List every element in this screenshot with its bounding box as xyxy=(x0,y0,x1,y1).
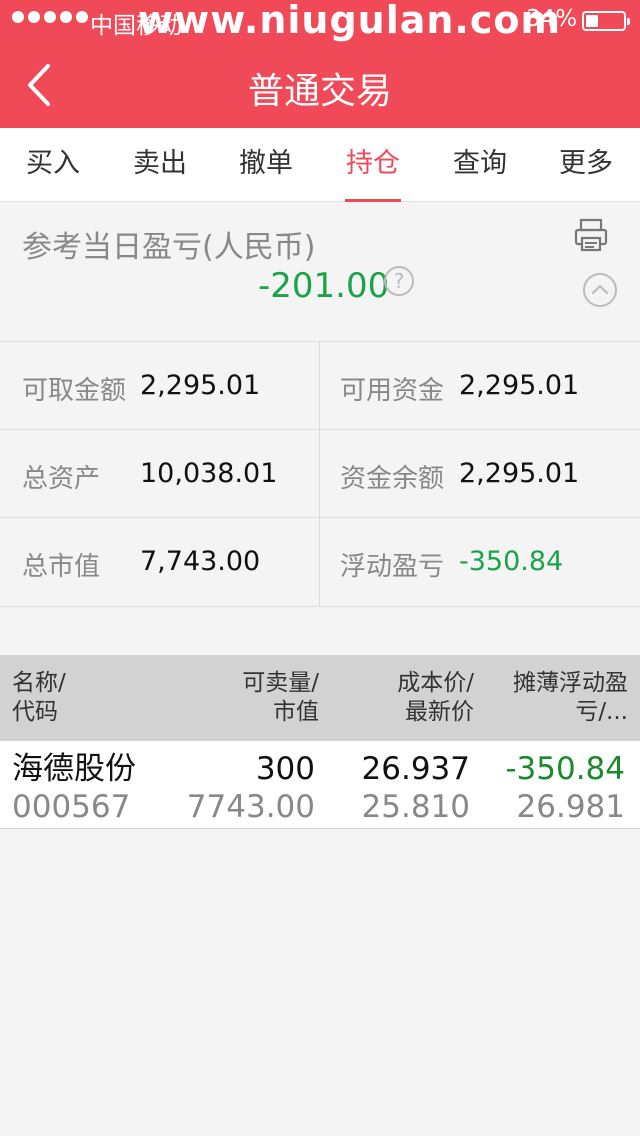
page-title: 普通交易 xyxy=(247,71,392,112)
floating-pl-value: -350.84 xyxy=(459,546,564,577)
battery-percent: 34% xyxy=(526,6,578,32)
table-row[interactable]: 海德股份 000567 300 7743.00 26.937 25.810 -3… xyxy=(0,741,640,829)
help-icon[interactable]: ? xyxy=(384,266,414,296)
market-value-value: 7,743.00 xyxy=(140,546,261,577)
col-header-line: 亏/... xyxy=(575,699,628,725)
statement-icon[interactable] xyxy=(574,218,608,252)
col-header-line: 代码 xyxy=(12,699,58,725)
daily-pl-summary: 参考当日盈亏(人民币) -201.00 ? xyxy=(0,202,640,342)
positions-table-header: 名称/ 代码 可卖量/ 市值 成本价/ 最新价 摊薄浮动盈 亏/... xyxy=(0,655,640,741)
account-summary-grid: 可取金额 2,295.01 可用资金 2,295.01 总资产 10,038.0… xyxy=(0,342,640,607)
total-assets-value: 10,038.01 xyxy=(140,458,278,489)
col-header-line: 摊薄浮动盈 xyxy=(513,670,628,696)
status-bar: 中国移动 www.niugulan.com 34% xyxy=(0,0,640,42)
tab-more[interactable]: 更多 xyxy=(546,128,626,202)
sellable-quantity: 300 xyxy=(255,751,315,787)
col-header-line: 最新价 xyxy=(405,699,474,725)
tab-query[interactable]: 查询 xyxy=(440,128,520,202)
col-header-name[interactable]: 名称/ 代码 xyxy=(12,669,66,727)
withdrawable-value: 2,295.01 xyxy=(140,370,261,401)
signal-strength-icon xyxy=(12,11,88,23)
available-funds-label: 可用资金 xyxy=(340,376,445,406)
nav-bar: 普通交易 xyxy=(0,42,640,128)
fund-balance-value: 2,295.01 xyxy=(459,458,580,489)
tab-sell[interactable]: 卖出 xyxy=(120,128,200,202)
collapse-button[interactable] xyxy=(582,272,618,312)
cost-price: 26.937 xyxy=(361,751,470,787)
watermark-text: www.niugulan.com xyxy=(138,0,562,42)
tab-buy[interactable]: 买入 xyxy=(13,128,93,202)
withdrawable-label: 可取金额 xyxy=(22,376,127,406)
last-price: 25.810 xyxy=(361,789,470,825)
col-header-line: 可卖量/ xyxy=(242,670,319,696)
floating-pl-label: 浮动盈亏 xyxy=(340,552,445,582)
col-header-line: 名称/ xyxy=(12,670,66,696)
total-assets-label: 总资产 xyxy=(22,464,101,494)
col-header-price[interactable]: 成本价/ 最新价 xyxy=(397,669,474,727)
position-pl-sub: 26.981 xyxy=(516,789,625,825)
grid-row: 可取金额 2,295.01 可用资金 2,295.01 xyxy=(0,342,640,430)
position-floating-pl: -350.84 xyxy=(505,751,625,787)
battery-fill xyxy=(586,15,598,27)
battery-icon xyxy=(582,11,630,31)
col-header-quantity[interactable]: 可卖量/ 市值 xyxy=(242,669,319,727)
tab-cancel-order[interactable]: 撤单 xyxy=(226,128,306,202)
fund-balance-label: 资金余额 xyxy=(340,464,445,494)
stock-name: 海德股份 xyxy=(12,751,136,787)
col-header-line: 市值 xyxy=(273,699,319,725)
available-funds-value: 2,295.01 xyxy=(459,370,580,401)
market-value-label: 总市值 xyxy=(22,552,101,582)
col-header-floating-pl[interactable]: 摊薄浮动盈 亏/... xyxy=(513,669,628,727)
tab-bar: 买入 卖出 撤单 持仓 查询 更多 xyxy=(0,128,640,202)
chevron-up-icon xyxy=(583,273,617,307)
position-market-value: 7743.00 xyxy=(186,789,315,825)
daily-pl-label: 参考当日盈亏(人民币) xyxy=(22,230,316,265)
col-header-line: 成本价/ xyxy=(397,670,474,696)
grid-row: 总市值 7,743.00 浮动盈亏 -350.84 xyxy=(0,518,640,606)
daily-pl-value: -201.00 xyxy=(258,266,390,306)
stock-code: 000567 xyxy=(12,789,131,825)
tab-positions[interactable]: 持仓 xyxy=(333,128,413,202)
grid-row: 总资产 10,038.01 资金余额 2,295.01 xyxy=(0,430,640,518)
